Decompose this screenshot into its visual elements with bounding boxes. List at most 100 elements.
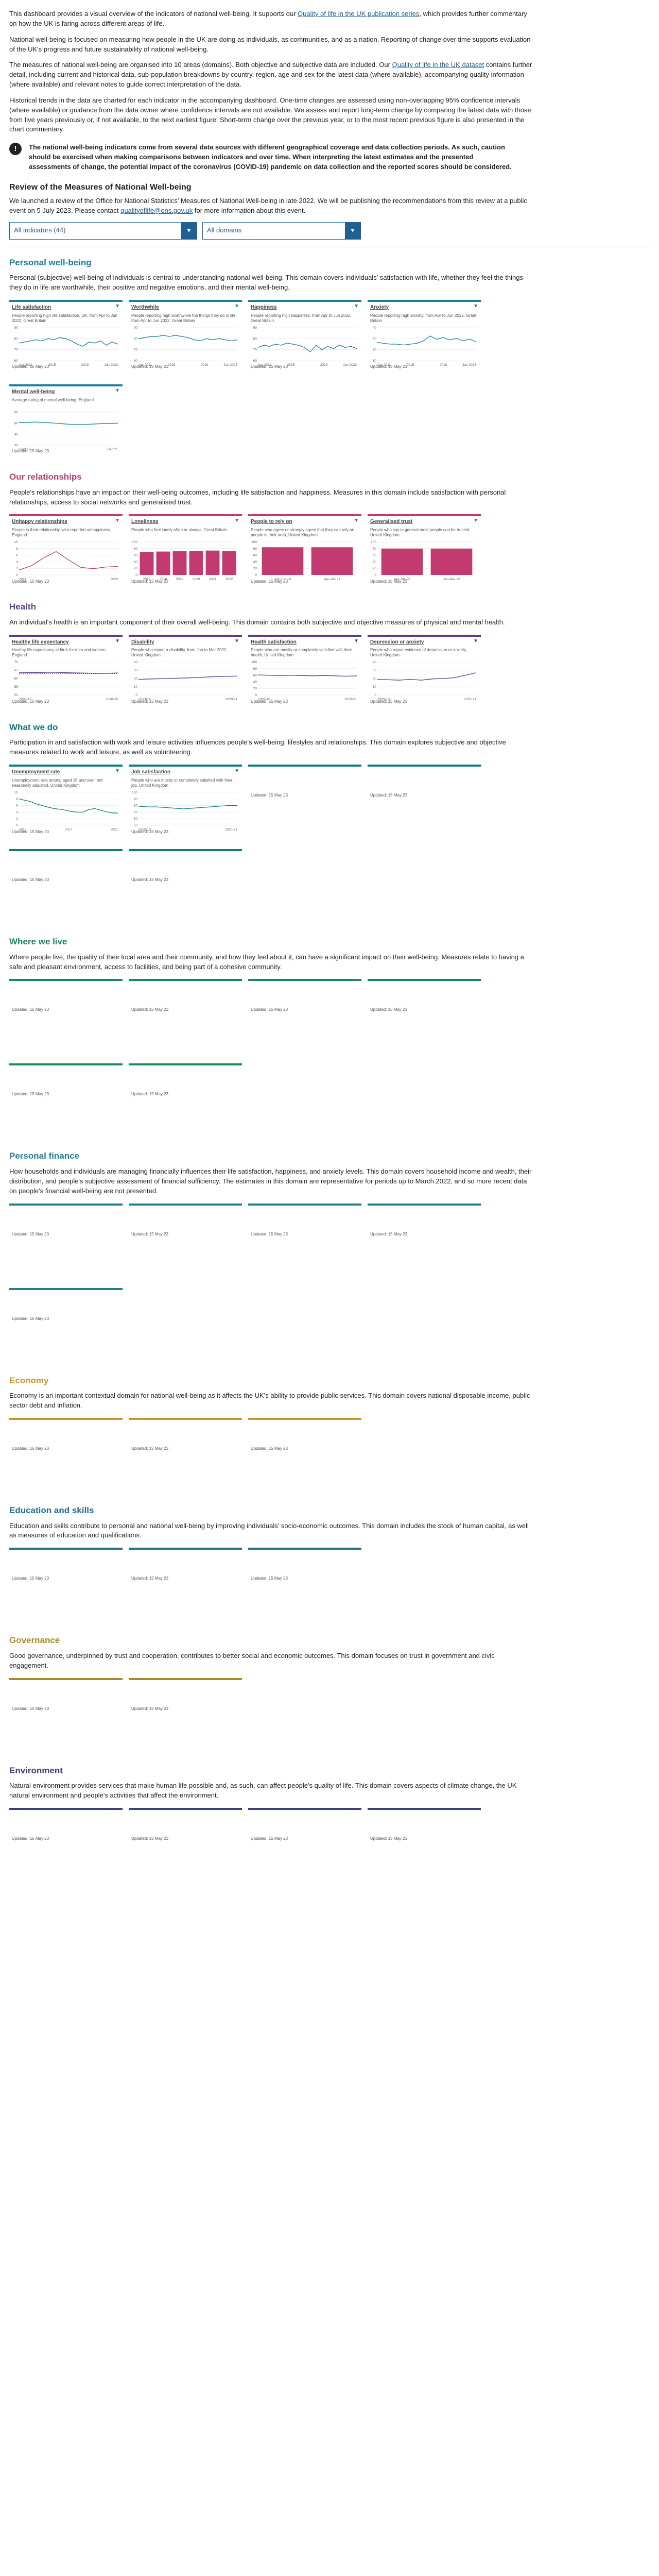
card-title[interactable]: Healthy life expectancy: [12, 639, 69, 647]
expand-arrow-icon[interactable]: ▼: [473, 518, 478, 523]
x-tick-label: 2021: [111, 828, 118, 832]
indicator-card[interactable]: Updated: 15 May 23: [129, 1063, 242, 1137]
card-title[interactable]: Depression or anxiety: [370, 639, 424, 647]
chart-series-line: [19, 337, 118, 347]
indicator-card[interactable]: Updated: 15 May 23: [129, 1417, 242, 1491]
indicator-card[interactable]: Updated: 15 May 23: [368, 765, 481, 838]
indicator-card[interactable]: Generalised trust ▼ People who say in gene…: [368, 514, 481, 588]
card-updated-date: Updated: 15 May 23: [251, 1231, 288, 1236]
indicator-card[interactable]: Updated: 15 May 23: [129, 1203, 242, 1277]
chevron-down-icon: ▼: [345, 222, 360, 240]
expand-arrow-icon[interactable]: ▼: [115, 638, 120, 644]
expand-arrow-icon[interactable]: ▼: [473, 304, 478, 309]
indicator-card[interactable]: Mental well-being ▼ Average rating of ment…: [9, 384, 123, 458]
domain-section-governance: Governance Good governance, underpinned b…: [9, 1634, 650, 1751]
indicator-card[interactable]: Updated: 15 May 23: [248, 1417, 361, 1491]
quality-of-life-publication-link[interactable]: Quality of life in the UK publication se…: [298, 10, 419, 18]
y-tick-label: 70: [253, 348, 257, 351]
indicator-card[interactable]: Loneliness ▼ People who feel lonely often …: [129, 514, 242, 588]
card-title[interactable]: Unemployment rate: [12, 769, 60, 776]
card-header: [12, 1682, 120, 1689]
expand-arrow-icon[interactable]: ▼: [234, 638, 239, 644]
indicator-card[interactable]: Updated: 15 May 23: [9, 1063, 123, 1137]
indicator-card[interactable]: Updated: 15 May 23: [368, 1203, 481, 1277]
card-title[interactable]: Generalised trust: [370, 518, 412, 526]
expand-arrow-icon[interactable]: ▼: [234, 769, 239, 774]
indicator-card[interactable]: Healthy life expectancy ▼ Healthy life exp…: [9, 634, 123, 708]
indicator-card[interactable]: Updated: 15 May 23: [9, 1807, 123, 1881]
indicator-card[interactable]: Updated: 15 May 23: [9, 979, 123, 1053]
indicator-card[interactable]: Updated: 15 May 23: [9, 1677, 123, 1751]
card-title[interactable]: Happiness: [251, 304, 277, 312]
card-title[interactable]: Unhappy relationships: [12, 518, 67, 526]
card-header: [131, 1208, 239, 1215]
indicator-card[interactable]: Updated: 15 May 23: [248, 979, 361, 1053]
y-tick-label: 60: [253, 674, 257, 677]
indicator-card[interactable]: Updated: 15 May 23: [248, 1203, 361, 1277]
indicator-card[interactable]: Updated: 15 May 23: [129, 1807, 242, 1881]
indicator-card[interactable]: Worthwhile ▼ People reporting high worthwh…: [129, 300, 242, 374]
review-text: We launched a review of the Office for N…: [9, 197, 527, 214]
card-header: Disability ▼: [131, 638, 239, 647]
card-title[interactable]: Disability: [131, 639, 154, 647]
indicator-card[interactable]: Updated: 15 May 23: [248, 1548, 361, 1621]
card-header: [12, 1208, 120, 1215]
indicator-card[interactable]: Updated: 15 May 23: [129, 1548, 242, 1621]
y-tick-label: 4: [16, 810, 18, 814]
indicator-card[interactable]: Updated: 15 May 23: [129, 979, 242, 1053]
domain-select[interactable]: All domains ▼: [202, 222, 361, 240]
indicator-card[interactable]: Updated: 15 May 23: [129, 1677, 242, 1751]
indicator-card[interactable]: Updated: 15 May 23: [9, 1203, 123, 1277]
expand-arrow-icon[interactable]: ▼: [115, 769, 120, 774]
indicator-card[interactable]: People to rely on ▼ People who agree or st…: [248, 514, 361, 588]
contact-email-link[interactable]: qualityoflife@ons.gov.uk: [120, 207, 193, 214]
card-title[interactable]: Life satisfaction: [12, 304, 51, 312]
card-title[interactable]: Job satisfaction: [131, 769, 170, 776]
indicator-card[interactable]: Updated: 15 May 23: [248, 765, 361, 838]
card-caption: People reporting high happiness, from Ap…: [251, 313, 352, 323]
expand-arrow-icon[interactable]: ▼: [354, 638, 359, 644]
expand-arrow-icon[interactable]: ▼: [115, 518, 120, 523]
card-title[interactable]: Anxiety: [370, 304, 389, 312]
card-title[interactable]: Worthwhile: [131, 304, 159, 312]
domain-section-finance: Personal finance How households and indiv…: [9, 1150, 650, 1361]
indicator-card[interactable]: Updated: 15 May 23: [368, 979, 481, 1053]
indicator-card[interactable]: Anxiety ▼ People reporting high anxiety, f…: [368, 300, 481, 374]
indicator-card[interactable]: Happiness ▼ People reporting high happines…: [248, 300, 361, 374]
expand-arrow-icon[interactable]: ▼: [354, 518, 359, 523]
expand-arrow-icon[interactable]: ▼: [473, 638, 478, 644]
expand-arrow-icon[interactable]: ▼: [354, 304, 359, 309]
y-tick-label: 0: [16, 573, 18, 577]
card-title[interactable]: People to rely on: [251, 518, 292, 526]
indicator-card[interactable]: Job satisfaction ▼ People who are mostly o…: [129, 765, 242, 838]
domain-description: Where people live, the quality of their …: [9, 953, 524, 971]
indicator-card[interactable]: Disability ▼ People who report a disabilit…: [129, 634, 242, 708]
indicator-card[interactable]: Unhappy relationships ▼ People in their re…: [9, 514, 123, 588]
indicator-card[interactable]: Depression or anxiety ▼ People who report …: [368, 634, 481, 708]
card-title[interactable]: Health satisfaction: [251, 639, 297, 647]
indicator-card[interactable]: Updated: 15 May 23: [129, 849, 242, 923]
mini-chart: 4030201002009-10 2020-21: [373, 660, 477, 701]
expand-arrow-icon[interactable]: ▼: [115, 304, 120, 309]
expand-arrow-icon[interactable]: ▼: [234, 304, 239, 309]
card-updated-date: Updated: 15 May 23: [12, 1836, 49, 1841]
expand-arrow-icon[interactable]: ▼: [115, 388, 120, 394]
indicator-card[interactable]: Life satisfaction ▼ People reporting high …: [9, 300, 123, 374]
card-title[interactable]: Loneliness: [131, 518, 158, 526]
card-title[interactable]: Mental well-being: [12, 388, 55, 396]
y-tick-label: 30: [373, 669, 377, 672]
indicator-select[interactable]: All indicators (44) ▼: [9, 222, 197, 240]
indicator-card[interactable]: Health satisfaction ▼ People who are mostl…: [248, 634, 361, 708]
indicator-card[interactable]: Updated: 15 May 23: [9, 1548, 123, 1621]
expand-arrow-icon[interactable]: ▼: [234, 518, 239, 523]
chart-bar: [172, 551, 187, 575]
chart-series-line: [138, 675, 238, 680]
quality-of-life-dataset-link[interactable]: Quality of life in the UK dataset: [392, 61, 484, 69]
indicator-card[interactable]: Unemployment rate ▼ Unemployment rate amon…: [9, 765, 123, 838]
indicator-card[interactable]: Updated: 15 May 23: [9, 1417, 123, 1491]
indicator-card[interactable]: Updated: 15 May 23: [9, 1287, 123, 1361]
indicator-card[interactable]: Updated: 15 May 23: [9, 849, 123, 923]
indicator-card[interactable]: Updated: 15 May 23: [368, 1807, 481, 1881]
domain-section-relationships: Our relationships People's relationships …: [9, 471, 650, 588]
indicator-card[interactable]: Updated: 15 May 23: [248, 1807, 361, 1881]
